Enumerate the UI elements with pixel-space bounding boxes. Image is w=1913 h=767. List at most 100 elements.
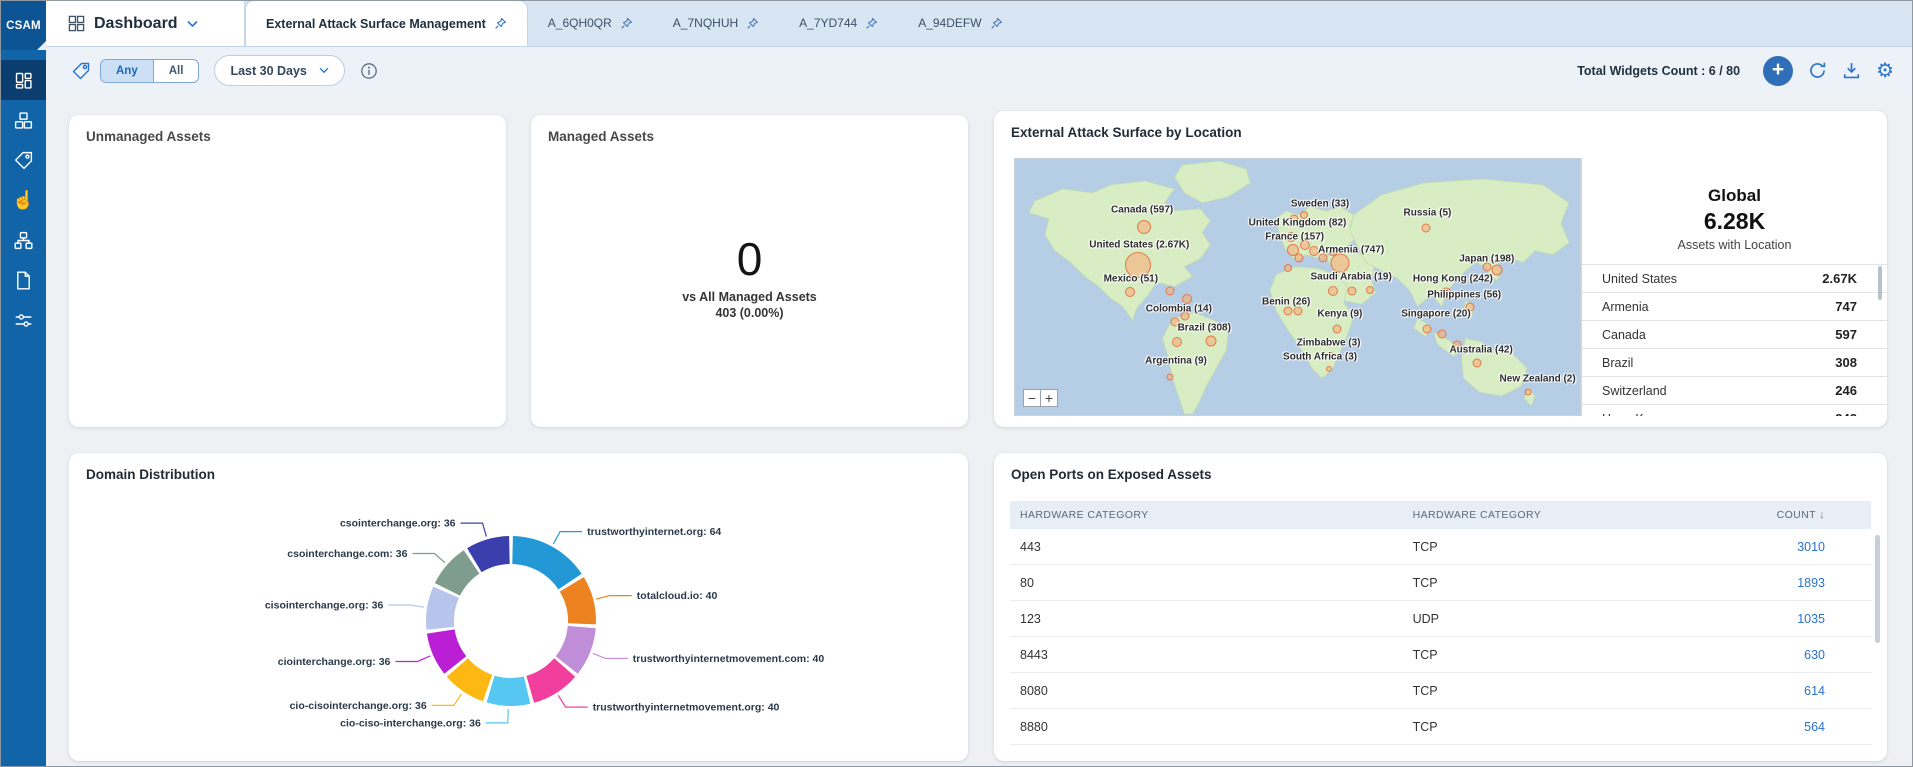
- world-map[interactable]: − + Canada (597) United States (2.67K) Mex…: [1014, 158, 1581, 416]
- tag-filter-icon[interactable]: [71, 61, 91, 81]
- download-button[interactable]: [1842, 61, 1861, 80]
- count-link[interactable]: 564: [1804, 720, 1825, 734]
- csam-logo[interactable]: CSAM: [1, 1, 46, 50]
- dashboard-tab-4[interactable]: A_7YD744: [779, 1, 898, 46]
- map-bubble[interactable]: [1437, 329, 1447, 339]
- main-area: Dashboard External Attack Surface Manage…: [46, 1, 1912, 766]
- tab-label: A_7NQHUH: [672, 16, 739, 30]
- map-bubble[interactable]: [1294, 253, 1304, 263]
- country-name: Switzerland: [1602, 383, 1667, 398]
- refresh-button[interactable]: [1808, 61, 1827, 80]
- sort-descending-icon: ↓: [1819, 509, 1825, 521]
- map-bubble[interactable]: [1166, 373, 1174, 381]
- donut-segment-label: ciointerchange.org: 36: [278, 656, 391, 668]
- table-scrollbar[interactable]: [1875, 535, 1880, 643]
- donut-callout-line: [460, 522, 487, 537]
- donut-segment-cisointerchange.org[interactable]: [426, 586, 459, 630]
- attack-surface-by-location-widget: External Attack Surface by Location − + …: [994, 111, 1887, 427]
- donut-segment-label: trustworthyinternetmovement.org: 40: [593, 702, 780, 714]
- table-row-port-8880: 8880 TCP 564: [1010, 709, 1871, 745]
- map-bubble[interactable]: [1136, 219, 1151, 234]
- dashboard-tab-3[interactable]: A_7NQHUH: [653, 1, 779, 46]
- map-bubble[interactable]: [1472, 358, 1482, 368]
- country-name: United States: [1602, 271, 1678, 286]
- column-header-hardware-category-2[interactable]: HARDWARE CATEGORY: [1403, 509, 1761, 521]
- logo-fold-triangle: [37, 41, 46, 50]
- unmanaged-assets-widget[interactable]: Unmanaged Assets 6.86K vs All Unmanaged …: [69, 115, 506, 427]
- dashboard-tab-1[interactable]: External Attack Surface Management: [245, 1, 528, 46]
- sidebar-item-tags[interactable]: [1, 140, 46, 180]
- map-bubble[interactable]: [1283, 263, 1292, 272]
- map-zoom-out-button[interactable]: −: [1023, 389, 1041, 407]
- summary-value: 6.28K: [1703, 208, 1766, 234]
- map-bubble[interactable]: [1283, 306, 1293, 316]
- donut-segment-cio-ciso-interchange.org[interactable]: [486, 675, 531, 707]
- column-header-count[interactable]: COUNT ↓: [1761, 509, 1871, 521]
- map-country-label: Sweden (33): [1290, 198, 1350, 210]
- column-header-hardware-category-1[interactable]: HARDWARE CATEGORY: [1010, 509, 1403, 521]
- map-bubble[interactable]: [1182, 293, 1193, 304]
- map-zoom-in-button[interactable]: +: [1040, 389, 1058, 407]
- sidebar-item-configuration[interactable]: [1, 300, 46, 340]
- info-icon[interactable]: [360, 62, 378, 80]
- widgets-count-label: Total Widgets Count : 6 / 80: [1577, 63, 1741, 78]
- sidebar-item-reports[interactable]: [1, 260, 46, 300]
- dashboard-grid-icon: [68, 15, 85, 32]
- location-list-row: Canada 597: [1582, 320, 1887, 348]
- country-name: Canada: [1602, 327, 1646, 342]
- map-bubble[interactable]: [1293, 306, 1302, 316]
- count-cell: 630: [1761, 648, 1871, 662]
- sidebar-item-dashboard[interactable]: [1, 60, 46, 100]
- map-bubble[interactable]: [1327, 285, 1338, 296]
- map-country-label: United States (2.67K): [1089, 239, 1190, 251]
- pin-icon: [866, 17, 878, 29]
- donut-segment-label: trustworthyinternetmovement.com: 40: [633, 653, 825, 665]
- location-list-scrollbar[interactable]: [1878, 266, 1882, 300]
- map-bubble[interactable]: [1124, 287, 1135, 298]
- metric-compare-label: vs All Unmanaged Assets: [211, 290, 364, 304]
- location-list-row: Brazil 308: [1582, 348, 1887, 376]
- sidebar-item-assets[interactable]: [1, 100, 46, 140]
- dashboard-menu[interactable]: Dashboard: [46, 1, 244, 46]
- map-bubble[interactable]: [1165, 286, 1175, 296]
- donut-callout-line: [395, 655, 431, 663]
- dashboard-tab-5[interactable]: A_94DEFW: [898, 1, 1022, 46]
- count-link[interactable]: 630: [1804, 648, 1825, 662]
- metric-compare-value: 403 (0.00%): [715, 306, 784, 320]
- count-link[interactable]: 1893: [1797, 576, 1825, 590]
- dashboard-tab-2[interactable]: A_6QH0QR: [528, 1, 653, 46]
- managed-assets-widget[interactable]: Managed Assets 0 vs All Managed Assets 4…: [531, 115, 968, 427]
- chevron-down-icon: [319, 67, 329, 74]
- match-any-option[interactable]: Any: [101, 59, 153, 82]
- map-bubble[interactable]: [1421, 223, 1431, 233]
- map-country-label: Russia (5): [1403, 207, 1452, 219]
- map-bubble[interactable]: [1422, 324, 1432, 334]
- add-widget-button[interactable]: +: [1763, 55, 1794, 86]
- map-bubble[interactable]: [1325, 365, 1332, 372]
- map-country-label: South Africa (3): [1283, 351, 1358, 363]
- map-bubble[interactable]: [1491, 264, 1503, 276]
- map-country-label: Canada (597): [1111, 204, 1174, 216]
- map-bubble[interactable]: [1332, 324, 1342, 334]
- donut-callout-line: [412, 552, 446, 564]
- map-bubble[interactable]: [1524, 388, 1532, 396]
- settings-gear-icon[interactable]: ⚙: [1876, 61, 1894, 81]
- time-range-select[interactable]: Last 30 Days: [214, 55, 345, 86]
- port-cell: 123: [1020, 611, 1041, 626]
- map-bubble[interactable]: [1330, 253, 1350, 273]
- map-bubble[interactable]: [1205, 335, 1217, 347]
- map-country-label: United Kingdom (82): [1248, 217, 1347, 229]
- document-icon: [17, 270, 30, 290]
- map-bubble[interactable]: [1365, 285, 1374, 294]
- count-link[interactable]: 3010: [1797, 540, 1825, 554]
- map-bubble[interactable]: [1171, 337, 1182, 348]
- sidebar-item-responses[interactable]: ☝: [1, 180, 46, 220]
- donut-segment-trustworthyinternet.org[interactable]: [512, 536, 582, 590]
- count-link[interactable]: 614: [1804, 684, 1825, 698]
- map-bubble[interactable]: [1347, 286, 1357, 296]
- sidebar-item-network[interactable]: [1, 220, 46, 260]
- count-link[interactable]: 1035: [1797, 612, 1825, 626]
- match-all-option[interactable]: All: [152, 59, 199, 82]
- table-row-port-443: 443 TCP 3010: [1010, 529, 1871, 565]
- hierarchy-icon: [14, 231, 33, 249]
